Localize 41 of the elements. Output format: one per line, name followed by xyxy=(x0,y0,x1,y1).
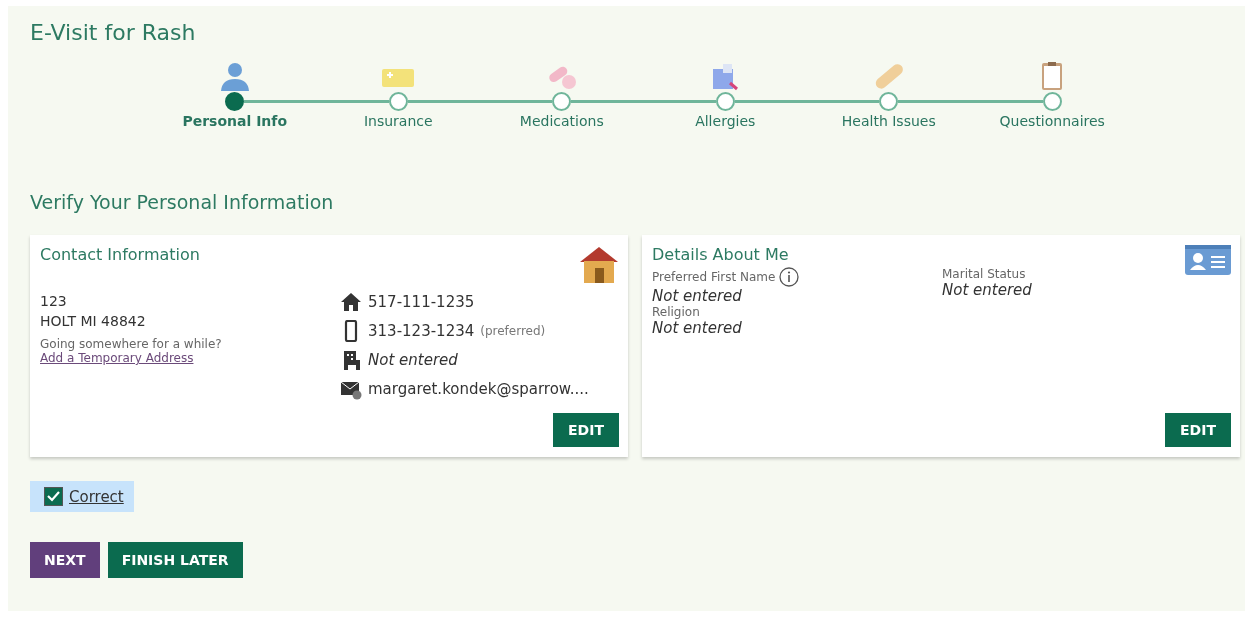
field-value: Not entered xyxy=(652,287,743,305)
step-marker[interactable] xyxy=(552,91,572,111)
away-prompt: Going somewhere for a while? xyxy=(40,337,223,351)
step-marker[interactable] xyxy=(879,91,899,111)
address-line: HOLT MI 48842 xyxy=(40,312,147,331)
address-line: 123 xyxy=(40,292,68,311)
temporary-address-link[interactable]: Add a Temporary Address xyxy=(40,351,340,365)
step-marker[interactable] xyxy=(1042,91,1062,111)
step-label[interactable]: Insurance xyxy=(363,113,433,129)
preferred-note: (preferred) xyxy=(480,323,546,338)
home-icon xyxy=(340,290,362,313)
contact-value: 517-111-1235 xyxy=(368,292,475,311)
correct-checkbox[interactable]: Correct xyxy=(30,481,134,512)
contact-value: margaret.kondek@sparrow.... xyxy=(368,379,589,398)
section-title: Verify Your Personal Information xyxy=(30,191,335,213)
house-icon xyxy=(579,245,619,283)
id-card-icon xyxy=(1185,245,1231,275)
step-label[interactable]: Medications xyxy=(519,113,604,129)
page-title: E-Visit for Rash xyxy=(30,20,197,45)
edit-button[interactable]: EDIT xyxy=(1165,413,1231,447)
step-marker[interactable] xyxy=(715,91,735,111)
step-label[interactable]: Questionnaires xyxy=(999,113,1105,129)
step-label[interactable]: Personal Info xyxy=(182,113,288,129)
edit-button[interactable]: EDIT xyxy=(553,413,619,447)
card-title: Contact Information xyxy=(40,245,200,264)
step-label[interactable]: Health Issues xyxy=(841,113,936,129)
card-title: Details About Me xyxy=(652,245,789,264)
finish-later-button[interactable]: FINISH LATER xyxy=(107,542,243,578)
next-button[interactable]: NEXT xyxy=(30,542,100,578)
step-label[interactable]: Allergies xyxy=(695,113,756,129)
field-value: Not entered xyxy=(652,319,743,337)
field-value: Not entered xyxy=(942,281,1033,299)
step-marker[interactable] xyxy=(225,91,245,111)
contact-value: Not entered xyxy=(368,350,458,369)
step-marker[interactable] xyxy=(388,91,408,111)
field-label: Marital Status xyxy=(942,267,1026,281)
contact-value: 313-123-1234 xyxy=(368,321,475,340)
info-icon[interactable] xyxy=(779,267,800,287)
field-label: Religion xyxy=(652,305,700,319)
field-label: Preferred First Name xyxy=(652,270,776,284)
checkbox-icon[interactable] xyxy=(44,487,63,506)
